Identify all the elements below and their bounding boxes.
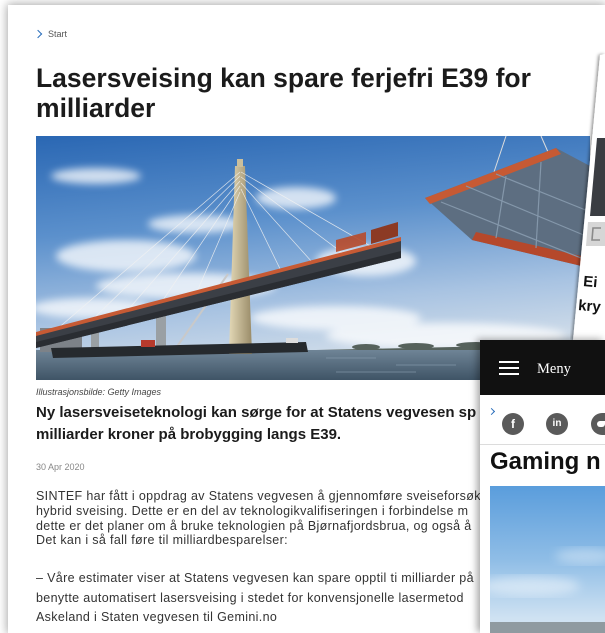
body-line: Det kan i så fall føre til milliardbespa… (36, 533, 288, 548)
divider (480, 444, 605, 445)
card-background (573, 54, 605, 340)
menu-button-label[interactable]: Meny (537, 361, 571, 377)
hamburger-bar (499, 367, 519, 370)
publish-date: 30 Apr 2020 (36, 462, 85, 472)
screenshot-collage: Start Lasersveising kan spare ferjefri E… (0, 0, 605, 633)
menu-bar: Meny (480, 340, 605, 395)
overlapping-article-card[interactable]: Ei kry (570, 50, 605, 340)
image-caption: Illustrasjonsbilde: Getty Images (36, 387, 162, 397)
body-line: hybrid sveising. Dette er en del av tekn… (36, 503, 469, 518)
twitter-icon[interactable] (591, 413, 605, 435)
facebook-icon[interactable]: f (502, 413, 524, 435)
body-line: dette er det planer om å bruke teknologi… (36, 518, 472, 533)
card-text-line: kry (577, 297, 602, 316)
breadcrumb-start-link[interactable]: Start (48, 28, 67, 40)
hamburger-icon[interactable] (499, 361, 519, 376)
body-paragraph: SINTEF har fått i oppdrag av Statens veg… (36, 489, 481, 548)
body-line: Askeland i Staten vegvesen til Gemini.no (36, 610, 278, 624)
chevron-right-icon (33, 29, 43, 39)
article-title: Lasersveising kan spare ferjefri E39 for… (36, 63, 531, 123)
hamburger-bar (499, 361, 519, 364)
card-strip (586, 222, 605, 246)
card-text-line: Ei (582, 273, 599, 292)
body-paragraph: – Våre estimater viser at Statens vegves… (36, 569, 474, 628)
mobile-article-photo (490, 486, 605, 633)
chevron-right-icon[interactable] (487, 407, 496, 416)
twitter-bird-shape (597, 421, 605, 427)
body-line: – Våre estimater viser at Statens vegves… (36, 571, 474, 585)
body-line: benytte automatisert lasersveising i ste… (36, 590, 464, 605)
linkedin-icon[interactable]: in (546, 413, 568, 435)
lead-line: milliarder kroner på brobygging langs E3… (36, 426, 342, 443)
mobile-headline: Gaming n (490, 448, 601, 475)
article-lead: Ny lasersveiseteknologi kan sørge for at… (36, 402, 476, 446)
body-line: SINTEF har fått i oppdrag av Statens veg… (36, 489, 481, 503)
hamburger-bar (499, 373, 519, 376)
mobile-article-card: Meny f in Gaming n (480, 340, 605, 633)
lead-line: Ny lasersveiseteknologi kan sørge for at… (36, 404, 477, 421)
